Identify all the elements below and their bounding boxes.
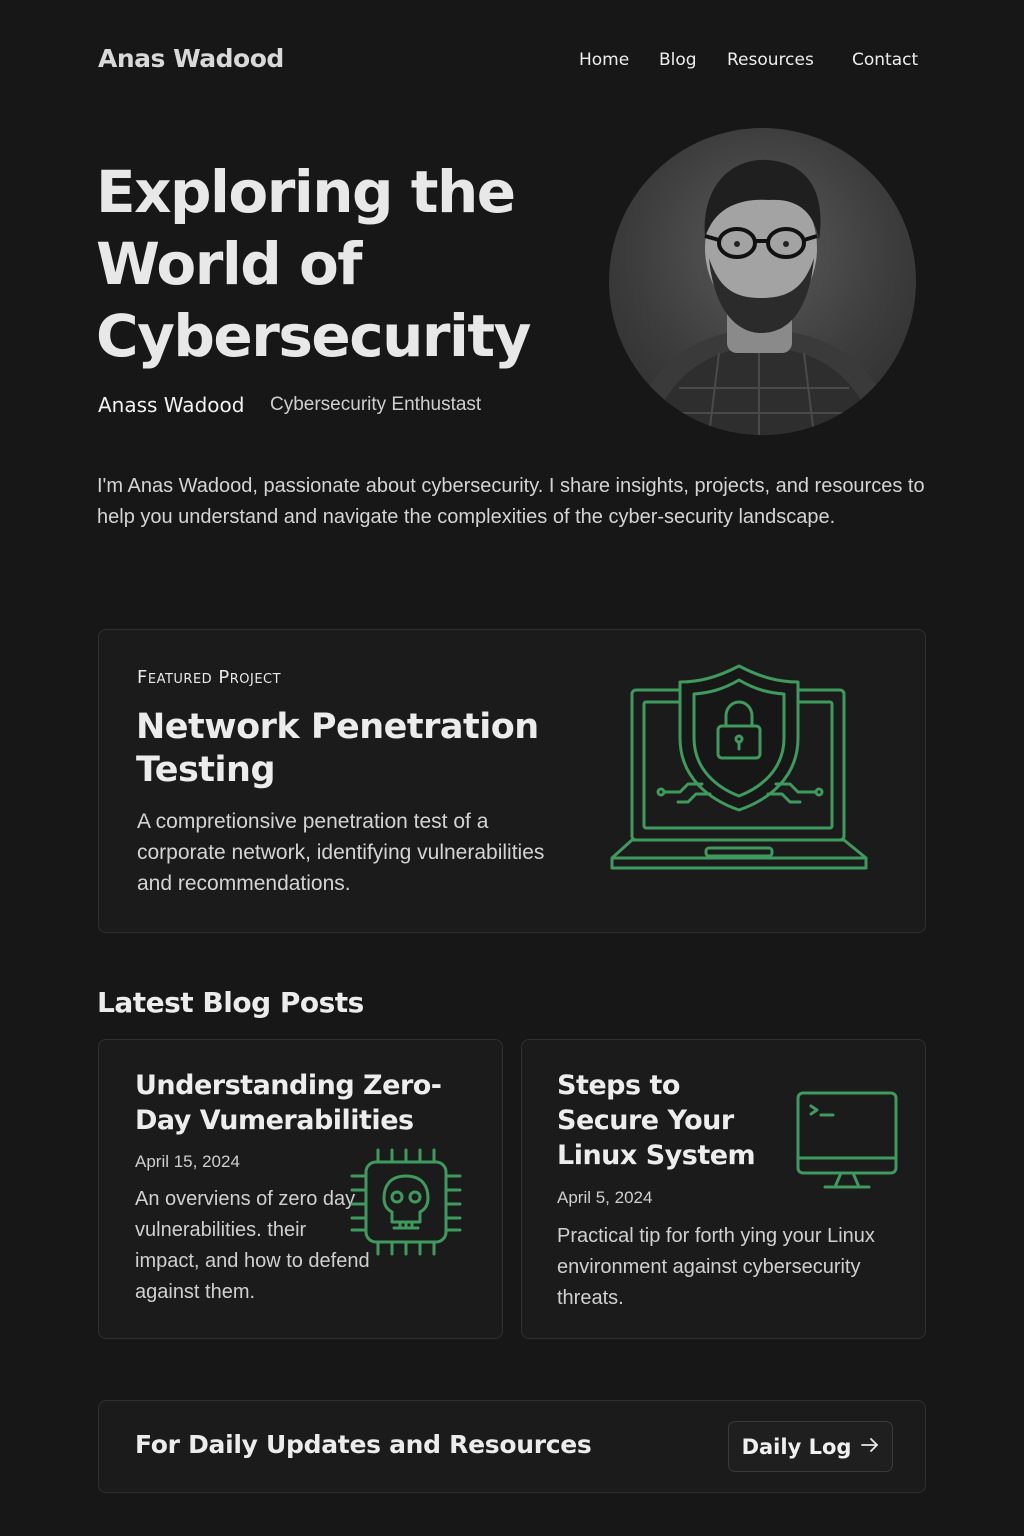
portrait-illustration [629,159,899,435]
blog-post-title[interactable]: Understanding Zero-Day Vumerabilities [135,1068,480,1138]
featured-title[interactable]: Network Penetration Testing [136,706,556,792]
featured-eyebrow: Featured Project [137,667,282,688]
arrow-right-icon [861,1437,879,1456]
daily-log-button[interactable]: Daily Log [728,1421,893,1472]
nav-contact[interactable]: Contact [852,50,918,70]
chip-skull-icon [348,1146,464,1260]
blog-post-date: April 15, 2024 [135,1152,240,1171]
blog-post-date: April 5, 2024 [557,1188,653,1207]
laptop-shield-lock-icon [606,660,872,876]
author-role: Cybersecurity Enthustast [270,394,482,415]
cta-text: For Daily Updates and Resources [135,1430,592,1459]
blog-post-description: An overviens of zero day vulnerabilities… [135,1188,370,1303]
blog-post-description: Practical tip for forth ying your Linux … [557,1225,875,1309]
daily-log-label: Daily Log [741,1434,852,1459]
monitor-terminal-icon [795,1090,899,1192]
hero-title-line-2: World of [96,230,363,298]
hero-title: Exploring the World of Cybersecurity [96,156,566,372]
nav-blog[interactable]: Blog [659,50,697,70]
section-title-blog: Latest Blog Posts [97,986,364,1019]
hero-title-line-1: Exploring the [96,158,516,226]
featured-description: A compretionsive penetration test of a c… [137,810,545,895]
hero-title-line-3: Cybersecurity [96,302,531,370]
profile-photo [609,128,916,435]
nav-resources[interactable]: Resources [727,50,814,70]
intro-paragraph: I'm Anas Wadood, passionate about cybers… [97,475,925,528]
nav-home[interactable]: Home [579,50,629,70]
blog-post-title[interactable]: Steps to Secure Your Linux System [557,1068,787,1173]
author-name: Anass Wadood [98,393,245,417]
site-brand[interactable]: Anas Wadood [98,44,284,73]
